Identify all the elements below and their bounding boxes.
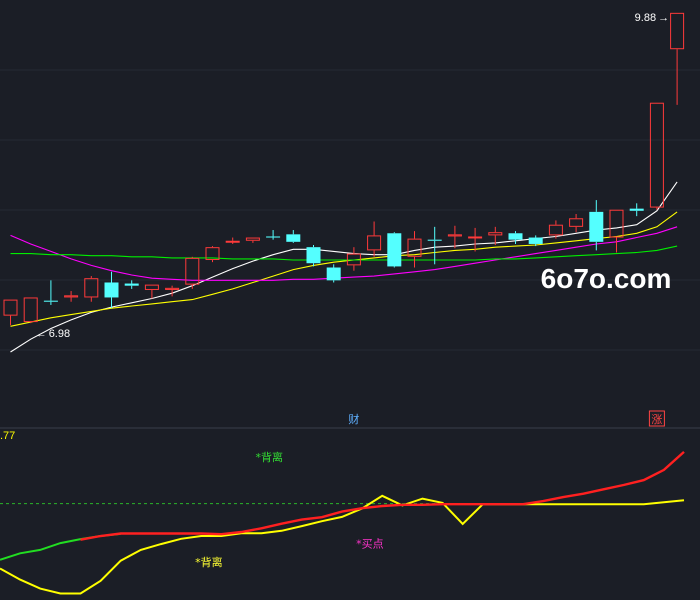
candle-body [43, 300, 58, 302]
candle-body [528, 237, 543, 244]
indicator-signal-label-3: *买点 [356, 537, 384, 550]
candle-body [124, 283, 139, 286]
candle-31 [609, 209, 624, 253]
candle-2 [23, 297, 38, 324]
candle-11 [205, 246, 220, 263]
candle-body [468, 236, 483, 239]
candle-4 [64, 291, 79, 302]
candle-7 [124, 280, 139, 289]
candle-body [245, 237, 260, 241]
candle-8 [144, 284, 159, 299]
candle-body [569, 218, 584, 227]
high-price-label: 9.88 [635, 12, 656, 24]
candle-body [266, 236, 281, 238]
event-marker-zhang[interactable]: 涨 [651, 413, 662, 426]
candle-10 [185, 256, 200, 289]
candle-body [649, 102, 664, 208]
high-arrow-icon: → [658, 12, 669, 24]
stock-chart: 9.88 → ← 6.98 财 涨 6o7o.com .77 *背离 *背离 *买点 [0, 12, 700, 595]
candle-body [326, 267, 341, 281]
candle-3 [43, 280, 58, 305]
candle-body [427, 239, 442, 241]
candle-33 [649, 102, 664, 210]
candle-29 [569, 214, 584, 233]
candle-22 [427, 226, 442, 265]
candle-26 [508, 231, 523, 244]
candle-body [3, 299, 18, 316]
candle-34 [670, 12, 685, 105]
candle-body [488, 232, 503, 236]
candle-body [23, 297, 38, 323]
candle-32 [629, 203, 644, 217]
candle-body [589, 211, 604, 242]
candle-body [508, 233, 523, 240]
candle-18 [346, 247, 361, 271]
event-marker-cai[interactable]: 财 [348, 412, 359, 426]
indicator-green-line [0, 532, 121, 561]
indicator-panel: .77 *背离 *背离 *买点 [0, 430, 685, 595]
candle-body [84, 278, 99, 298]
candle-body [306, 247, 321, 264]
candle-body [64, 295, 79, 298]
candle-20 [387, 232, 402, 268]
candle-30 [589, 200, 604, 251]
candle-body [367, 235, 382, 251]
candle-15 [286, 230, 301, 243]
candle-body [165, 287, 180, 290]
watermark: 6o7o.com [541, 263, 672, 294]
low-price-label: 6.98 [49, 328, 70, 340]
indicator-signal-label-1: *背离 [256, 450, 284, 464]
candle-body [225, 240, 240, 243]
indicator-signal-label-2: *背离 [195, 555, 223, 569]
candle-14 [266, 230, 281, 240]
candle-6 [104, 271, 119, 309]
candle-1 [3, 299, 18, 326]
candle-24 [468, 227, 483, 252]
low-arrow-icon: ← [36, 328, 47, 340]
candle-body [609, 209, 624, 238]
candle-body [104, 282, 119, 298]
candle-body [629, 208, 644, 211]
candle-16 [306, 245, 321, 267]
candle-23 [447, 225, 462, 249]
candle-body [286, 234, 301, 242]
candle-body [548, 224, 563, 236]
candle-12 [225, 237, 240, 244]
indicator-value-label: .77 [0, 430, 15, 442]
candle-17 [326, 264, 341, 283]
candle-19 [367, 221, 382, 257]
event-markers: 财 涨 [348, 410, 665, 427]
grid-lines [0, 69, 700, 351]
candle-body [447, 234, 462, 237]
candle-13 [245, 237, 260, 243]
candle-body [387, 233, 402, 267]
candle-body [144, 284, 159, 290]
candle-body [670, 12, 685, 50]
